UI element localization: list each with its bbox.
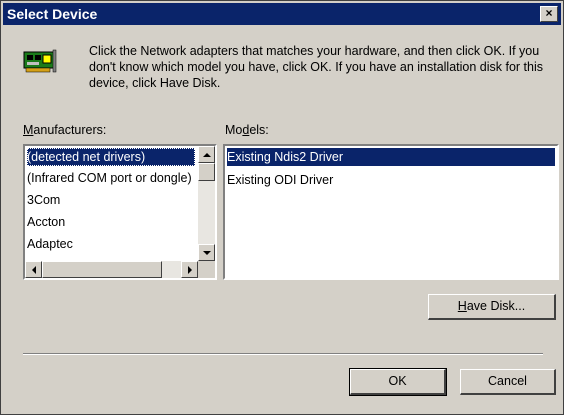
scroll-thumb[interactable] [198,163,215,181]
list-item[interactable]: Accton [27,213,195,231]
list-item[interactable]: Existing ODI Driver [227,171,555,189]
arrow-up-icon [202,152,211,157]
ok-button[interactable]: OK [349,368,447,396]
network-adapter-icon [23,49,57,73]
title-bar[interactable]: Select Device × [3,3,561,25]
separator [23,353,543,355]
arrow-right-icon [187,265,192,274]
list-item[interactable]: (Infrared COM port or dongle) [27,169,195,187]
cancel-button[interactable]: Cancel [460,369,556,395]
scroll-right-button[interactable] [181,261,198,278]
scroll-up-button[interactable] [198,146,215,163]
scroll-thumb[interactable] [42,261,162,278]
manufacturers-list[interactable]: (detected net drivers) (Infrared COM por… [23,144,217,280]
models-label: Models: [225,123,269,137]
select-device-dialog: Select Device × Click the Network adapte… [0,0,564,415]
dialog-title: Select Device [7,6,98,22]
models-list[interactable]: Existing Ndis2 Driver Existing ODI Drive… [223,144,559,280]
scroll-down-button[interactable] [198,244,215,261]
instructions-text: Click the Network adapters that matches … [89,44,544,90]
scrollbar-corner [198,261,215,278]
manufacturers-vertical-scrollbar[interactable] [198,146,215,261]
arrow-left-icon [31,265,36,274]
list-item[interactable]: Adaptec [27,235,195,253]
manufacturers-horizontal-scrollbar[interactable] [25,261,198,278]
list-item[interactable]: Existing Ndis2 Driver [227,148,555,166]
list-item[interactable]: (detected net drivers) [27,148,195,166]
close-icon: × [545,6,553,20]
close-button[interactable]: × [540,6,558,22]
arrow-down-icon [202,250,211,255]
list-item[interactable]: 3Com [27,191,195,209]
have-disk-button[interactable]: Have Disk... [428,294,556,320]
scroll-left-button[interactable] [25,261,42,278]
manufacturers-label: Manufacturers: [23,123,107,137]
